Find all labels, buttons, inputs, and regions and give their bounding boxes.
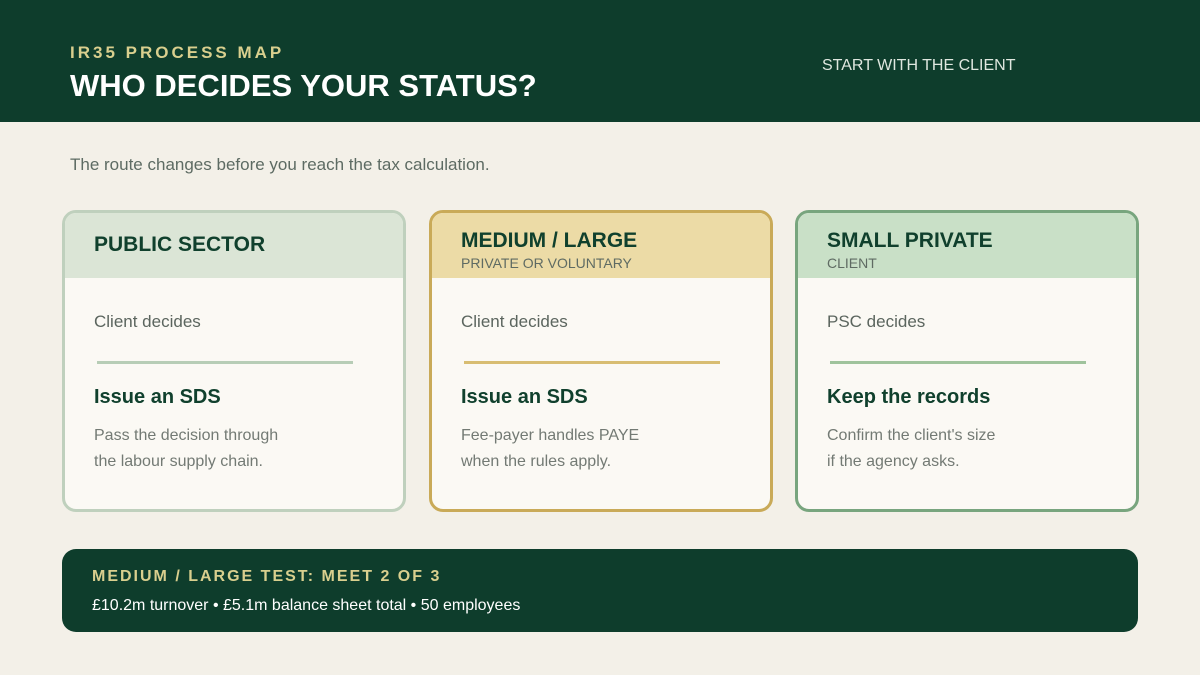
card-small-private: SMALL PRIVATE CLIENT PSC decides Keep th… xyxy=(795,210,1139,512)
description-line: the labour supply chain. xyxy=(94,453,263,470)
description-line: Pass the decision through xyxy=(94,427,279,444)
card-description: Fee-payer handles PAYE when the rules ap… xyxy=(461,423,639,475)
card-header: MEDIUM / LARGE PRIVATE OR VOLUNTARY xyxy=(432,213,770,278)
card-decider: PSC decides xyxy=(827,312,926,331)
intro-text: The route changes before you reach the t… xyxy=(70,155,490,174)
card-divider xyxy=(97,361,353,364)
card-action: Issue an SDS xyxy=(461,386,588,408)
card-subtitle: PRIVATE OR VOLUNTARY xyxy=(461,255,632,271)
card-action: Keep the records xyxy=(827,386,991,408)
card-public-sector: PUBLIC SECTOR Client decides Issue an SD… xyxy=(62,210,406,512)
card-header: PUBLIC SECTOR xyxy=(65,213,403,278)
footer-title: MEDIUM / LARGE TEST: MEET 2 OF 3 xyxy=(92,568,442,585)
card-description: Pass the decision through the labour sup… xyxy=(94,423,278,475)
card-decider: Client decides xyxy=(461,312,568,331)
header-note: START WITH THE CLIENT xyxy=(822,57,1016,74)
card-subtitle: CLIENT xyxy=(827,255,877,271)
header-banner: IR35 PROCESS MAP WHO DECIDES YOUR STATUS… xyxy=(0,0,1200,122)
footer-test-panel: MEDIUM / LARGE TEST: MEET 2 OF 3 £10.2m … xyxy=(62,549,1138,632)
eyebrow: IR35 PROCESS MAP xyxy=(70,43,285,62)
page-title: WHO DECIDES YOUR STATUS? xyxy=(70,68,537,103)
card-divider xyxy=(464,361,720,364)
card-action: Issue an SDS xyxy=(94,386,221,408)
card-decider: Client decides xyxy=(94,312,201,331)
card-title: PUBLIC SECTOR xyxy=(94,233,266,256)
card-header: SMALL PRIVATE CLIENT xyxy=(798,213,1136,278)
description-line: Confirm the client's size xyxy=(827,427,996,444)
description-line: if the agency asks. xyxy=(827,453,960,470)
card-description: Confirm the client's size if the agency … xyxy=(827,423,995,475)
footer-criteria: £10.2m turnover • £5.1m balance sheet to… xyxy=(92,597,521,614)
card-title: SMALL PRIVATE xyxy=(827,229,993,252)
description-line: Fee-payer handles PAYE xyxy=(461,427,640,444)
card-divider xyxy=(830,361,1086,364)
card-medium-large: MEDIUM / LARGE PRIVATE OR VOLUNTARY Clie… xyxy=(429,210,773,512)
card-title: MEDIUM / LARGE xyxy=(461,229,638,252)
description-line: when the rules apply. xyxy=(461,453,612,470)
